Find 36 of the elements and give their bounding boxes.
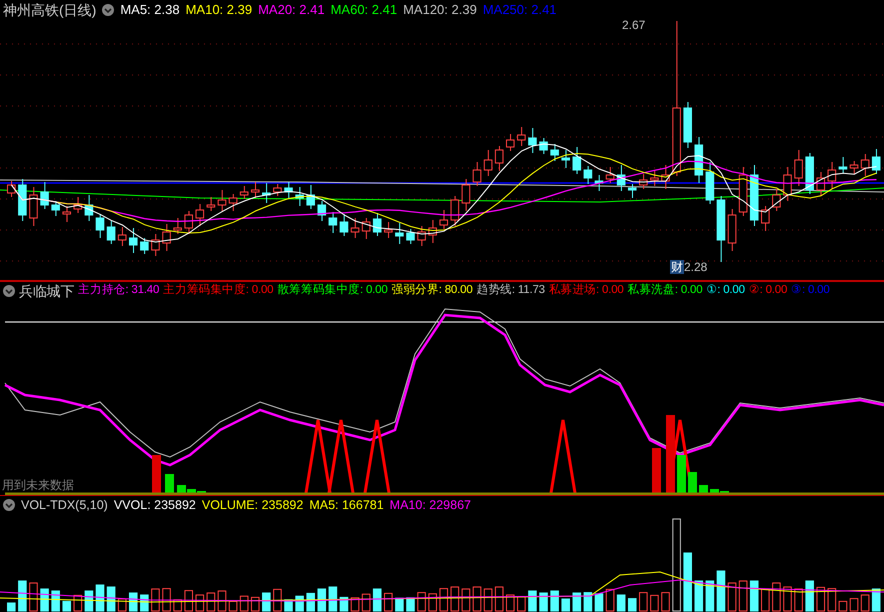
indicator-value: MA5: 166781 bbox=[309, 496, 384, 514]
histogram-bar bbox=[688, 472, 697, 493]
warning-note: 用到未来数据 bbox=[2, 477, 74, 494]
dropdown-icon[interactable] bbox=[3, 285, 15, 297]
histogram-bar bbox=[699, 485, 708, 493]
event-marker[interactable]: 财 bbox=[670, 260, 684, 274]
dropdown-icon[interactable] bbox=[3, 499, 15, 511]
indicator-value: MA5: 2.38 bbox=[120, 1, 180, 20]
indicator-title: 兵临城下 bbox=[19, 282, 74, 300]
indicator-value: 私募洗盘: 0.00 bbox=[628, 282, 702, 298]
indicator-value: MA250: 2.41 bbox=[482, 1, 557, 20]
indicator-value: VVOL: 235892 bbox=[114, 496, 196, 514]
indicator-value: MA120: 2.39 bbox=[403, 1, 477, 20]
low-price-label: 2.28 bbox=[684, 259, 708, 276]
indicator-value: MA10: 229867 bbox=[390, 496, 471, 514]
indicator-value: 散筹筹码集中度: 0.00 bbox=[277, 282, 388, 298]
indicator-title: VOL-TDX(5,10) bbox=[21, 496, 108, 514]
chart-title: 神州高铁(日线) bbox=[3, 0, 96, 20]
indicator-value: MA10: 2.39 bbox=[186, 1, 252, 20]
histogram-bar bbox=[165, 474, 174, 493]
histogram-bar bbox=[152, 455, 161, 493]
indicator-value: VOLUME: 235892 bbox=[202, 496, 304, 514]
indicator-value: MA60: 2.41 bbox=[330, 1, 398, 20]
indicator-value: 强弱分界: 80.00 bbox=[392, 282, 473, 298]
dropdown-icon[interactable] bbox=[102, 4, 114, 16]
indicator-value: ①: 0.00 bbox=[706, 283, 745, 298]
indicator-value: 主力筹码集中度: 0.00 bbox=[163, 282, 274, 298]
indicator-value: MA20: 2.41 bbox=[258, 1, 325, 20]
histogram-bar bbox=[652, 448, 661, 493]
indicator-value: ③: 0.00 bbox=[791, 283, 830, 298]
histogram-bar bbox=[677, 455, 686, 493]
indicator-value: ②: 0.00 bbox=[748, 283, 788, 298]
indicator-value: 主力持仓: 31.40 bbox=[78, 282, 160, 298]
indicator-value: 趋势线: 11.73 bbox=[476, 282, 545, 298]
indicator-value: 私募进场: 0.00 bbox=[548, 282, 624, 298]
high-price-label: 2.67 bbox=[622, 17, 646, 34]
